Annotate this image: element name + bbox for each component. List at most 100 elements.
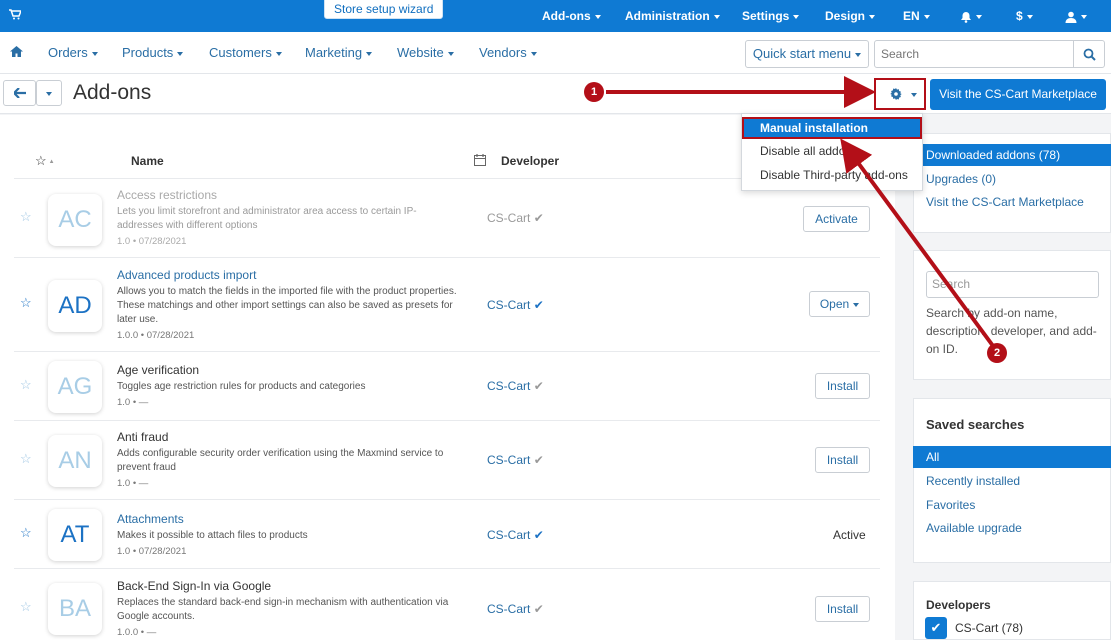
checkmark-icon: ✔ — [930, 620, 942, 635]
activate-button[interactable]: Activate — [803, 206, 870, 232]
topnav-administration-label: Administration — [625, 9, 710, 23]
addon-developer: CS-Cart ✔ — [487, 528, 544, 542]
saved-search-all[interactable]: All — [913, 446, 1111, 468]
chevron-down-icon — [91, 51, 98, 56]
annotation-marker-2: 2 — [987, 343, 1007, 363]
quick-start-label: Quick start menu — [752, 46, 852, 61]
addon-icon: AC — [48, 194, 102, 246]
addon-name[interactable]: Advanced products import — [117, 268, 256, 282]
chevron-down-icon — [1081, 14, 1087, 19]
topnav-currency[interactable]: $ — [1016, 0, 1033, 32]
topnav-language-label: EN — [903, 9, 920, 23]
favorite-star-icon[interactable]: ☆ — [20, 295, 32, 311]
favorite-star-icon[interactable]: ☆ — [20, 377, 32, 393]
addon-name[interactable]: Age verification — [117, 363, 199, 377]
favorite-star-icon[interactable]: ☆ — [20, 525, 32, 541]
developer-name: CS-Cart — [487, 528, 531, 542]
addon-developer: CS-Cart ✔ — [487, 602, 544, 616]
topnav-language[interactable]: EN — [903, 0, 930, 32]
addon-developer: CS-Cart ✔ — [487, 379, 544, 393]
search-input[interactable] — [874, 40, 1074, 68]
topnav-settings-label: Settings — [742, 9, 790, 23]
install-button[interactable]: Install — [815, 447, 870, 473]
favorite-star-icon[interactable]: ☆ — [20, 209, 32, 225]
install-button[interactable]: Install — [815, 596, 870, 622]
nav-customers[interactable]: Customers — [209, 32, 282, 74]
settings-dropdown-button[interactable] — [874, 78, 926, 110]
cart-icon[interactable] — [9, 9, 23, 23]
developers-title: Developers — [926, 598, 991, 612]
sidebar-item-marketplace[interactable]: Visit the CS-Cart Marketplace — [913, 191, 1111, 213]
topnav-addons[interactable]: Add-ons — [542, 0, 601, 32]
menu-item-disable-all[interactable]: Disable all addons — [742, 140, 922, 162]
search-hint: Search by add-on name, description, deve… — [926, 306, 1097, 356]
nav-marketing[interactable]: Marketing — [305, 32, 373, 74]
install-button[interactable]: Install — [815, 373, 870, 399]
favorite-sort-star-icon[interactable]: ☆ ▲ — [35, 153, 55, 169]
checkmark-icon: ✔ — [533, 602, 544, 616]
topnav-addons-label: Add-ons — [542, 9, 591, 23]
addon-name[interactable]: Access restrictions — [117, 188, 217, 202]
addon-version: 1.0 • — — [117, 478, 149, 489]
chevron-down-icon — [177, 51, 184, 56]
addon-name[interactable]: Anti fraud — [117, 430, 168, 444]
menu-item-disable-third-party[interactable]: Disable Third-party add-ons — [742, 164, 922, 186]
addon-description: Toggles age restriction rules for produc… — [117, 381, 366, 392]
store-setup-wizard-button[interactable]: Store setup wizard — [324, 0, 444, 19]
search-button[interactable] — [1073, 40, 1105, 68]
nav-vendors[interactable]: Vendors — [479, 32, 537, 74]
gear-icon — [890, 88, 902, 100]
chevron-down-icon — [1026, 14, 1033, 19]
saved-search-recent[interactable]: Recently installed — [913, 470, 1111, 492]
developer-option-label: CS-Cart (78) — [955, 621, 1024, 635]
sidebar-item-downloaded[interactable]: Downloaded addons (78) — [913, 144, 1111, 166]
visit-marketplace-button[interactable]: Visit the CS-Cart Marketplace — [930, 79, 1106, 110]
home-icon[interactable] — [10, 32, 23, 74]
search-icon — [1083, 48, 1096, 61]
back-history-dropdown[interactable] — [36, 80, 62, 106]
addon-search-input[interactable]: Search — [926, 271, 1099, 298]
addon-name[interactable]: Attachments — [117, 512, 184, 526]
favorite-star-icon[interactable]: ☆ — [20, 599, 32, 615]
menu-item-manual-installation[interactable]: Manual installation — [742, 117, 922, 139]
saved-search-upgrade[interactable]: Available upgrade — [913, 517, 1111, 539]
topnav-design[interactable]: Design — [825, 0, 876, 32]
developer-checkbox[interactable]: ✔ — [925, 617, 947, 639]
saved-searches-title: Saved searches — [926, 417, 1025, 432]
calendar-icon[interactable] — [474, 154, 486, 169]
addon-version: 1.0 • — — [117, 397, 149, 408]
user-icon — [1065, 11, 1077, 23]
addon-name[interactable]: Back-End Sign-In via Google — [117, 579, 271, 593]
quick-start-menu-button[interactable]: Quick start menu — [745, 40, 869, 68]
chevron-down-icon — [366, 51, 373, 56]
nav-website[interactable]: Website — [397, 32, 454, 74]
column-header-name[interactable]: Name — [131, 154, 164, 168]
topnav-settings[interactable]: Settings — [742, 0, 800, 32]
addon-description: Allows you to match the fields in the im… — [117, 286, 457, 325]
open-dropdown-button[interactable]: Open — [809, 291, 870, 317]
topnav-notifications[interactable] — [960, 0, 982, 32]
addon-icon: AD — [48, 280, 102, 332]
developer-name: CS-Cart — [487, 453, 531, 467]
nav-orders[interactable]: Orders — [48, 32, 98, 74]
column-header-developer[interactable]: Developer — [501, 154, 559, 168]
addon-description: Lets you limit storefront and administra… — [117, 206, 417, 231]
back-button[interactable] — [3, 80, 36, 106]
chevron-down-icon — [530, 51, 537, 56]
topnav-administration[interactable]: Administration — [625, 0, 720, 32]
nav-products[interactable]: Products — [122, 32, 184, 74]
developer-name: CS-Cart — [487, 298, 531, 312]
chevron-down-icon — [869, 14, 876, 19]
saved-search-favorites[interactable]: Favorites — [913, 494, 1111, 516]
checkmark-icon: ✔ — [533, 379, 544, 393]
chevron-down-icon — [911, 93, 917, 97]
favorite-star-icon[interactable]: ☆ — [20, 451, 32, 467]
sidebar-item-upgrades[interactable]: Upgrades (0) — [913, 168, 1111, 190]
topnav-account[interactable] — [1065, 0, 1087, 32]
chevron-down-icon — [275, 51, 282, 56]
nav-website-label: Website — [397, 45, 444, 60]
addon-version: 1.0.0 • — — [117, 627, 157, 638]
chevron-down-icon — [793, 14, 800, 19]
checkmark-icon: ✔ — [533, 298, 544, 312]
addon-version: 1.0 • 07/28/2021 — [117, 236, 187, 247]
